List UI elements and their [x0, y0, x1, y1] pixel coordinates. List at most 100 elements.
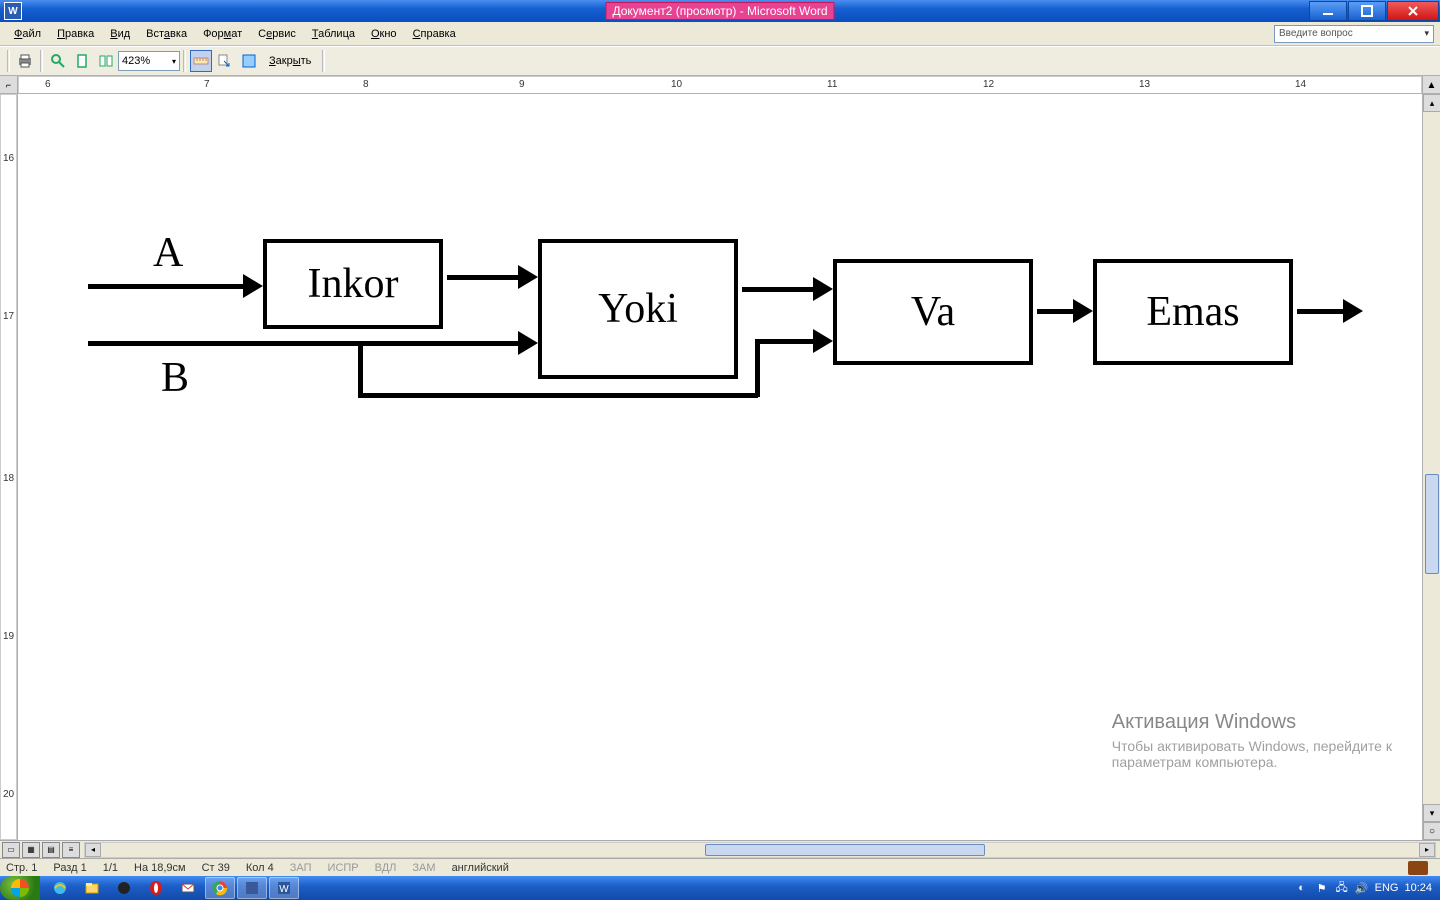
taskbar-ie-icon[interactable] — [45, 877, 75, 899]
ruler-tick: 14 — [1295, 79, 1306, 90]
taskbar-word-icon[interactable]: W — [269, 877, 299, 899]
zoom-combo[interactable]: 423% ▾ — [118, 51, 180, 71]
taskbar: W ◐ ⚑ 🖧 🔊 ENG 10:24 — [0, 876, 1440, 900]
scroll-up-button[interactable]: ▴ — [1423, 94, 1440, 112]
taskbar-explorer-icon[interactable] — [77, 877, 107, 899]
fullscreen-button[interactable] — [238, 50, 260, 72]
statusbar: Стр. 1 Разд 1 1/1 На 18,9см Ст 39 Кол 4 … — [0, 858, 1440, 876]
close-preview-button[interactable]: Закрыть — [261, 55, 319, 67]
ruler-tick: 10 — [671, 79, 682, 90]
taskbar-opera-icon[interactable] — [141, 877, 171, 899]
help-search-box[interactable]: Введите вопрос ▾ — [1274, 25, 1434, 43]
vertical-scrollbar[interactable]: ▴ ▾ ○ — [1422, 94, 1440, 840]
tray-volume-icon[interactable]: 🔊 — [1355, 881, 1369, 895]
system-tray: ◐ ⚑ 🖧 🔊 ENG 10:24 — [1287, 881, 1440, 895]
ruler-corner: ⌐ — [0, 76, 18, 94]
ruler-tick: 11 — [827, 79, 837, 90]
input-label-a: A — [153, 229, 183, 277]
view-web-button[interactable]: ▦ — [22, 842, 40, 858]
ruler-tick: 7 — [204, 79, 210, 90]
tray-action-center-icon[interactable]: ◐ — [1295, 881, 1309, 895]
ruler-vertical: 16 17 18 19 20 — [0, 94, 18, 840]
dropdown-icon: ▾ — [1424, 28, 1429, 39]
spellcheck-icon[interactable] — [1408, 861, 1428, 875]
ruler-scroll-up-icon[interactable]: ▲ — [1422, 76, 1440, 94]
scroll-thumb[interactable] — [1425, 474, 1439, 574]
status-pages: 1/1 — [103, 862, 118, 874]
svg-text:W: W — [279, 884, 289, 895]
close-button[interactable] — [1387, 1, 1439, 21]
menu-view[interactable]: Вид — [102, 26, 138, 42]
menu-format[interactable]: Формат — [195, 26, 250, 42]
ruler-tick: 18 — [3, 473, 14, 484]
status-lang: английский — [452, 862, 509, 874]
minimize-button[interactable] — [1309, 1, 1347, 21]
zoom-value: 423% — [122, 55, 150, 67]
ruler-tick: 6 — [45, 79, 51, 90]
multi-page-button[interactable] — [95, 50, 117, 72]
taskbar-chrome-icon[interactable] — [205, 877, 235, 899]
ruler-tick: 19 — [3, 631, 14, 642]
document-area[interactable]: A B Inkor Yoki Va Emas — [18, 94, 1422, 840]
one-page-button[interactable] — [71, 50, 93, 72]
menu-table[interactable]: Таблица — [304, 26, 363, 42]
tray-network-icon[interactable]: 🖧 — [1335, 881, 1349, 895]
view-outline-button[interactable]: ≡ — [62, 842, 80, 858]
watermark-line2: параметрам компьютера. — [1112, 754, 1392, 770]
menu-tools[interactable]: Сервис — [250, 26, 304, 42]
box-inkor: Inkor — [263, 239, 443, 329]
windows-activation-watermark: Активация Windows Чтобы активировать Win… — [1112, 711, 1392, 770]
ruler-horizontal: ⌐ 6 7 8 9 10 11 12 13 14 ▲ — [0, 76, 1440, 94]
tray-language[interactable]: ENG — [1375, 882, 1399, 894]
print-preview-toolbar: 423% ▾ Закрыть — [0, 46, 1440, 76]
horizontal-scrollbar[interactable]: ◂ ▸ — [84, 842, 1436, 858]
hscroll-thumb[interactable] — [705, 844, 985, 856]
tray-flag-icon[interactable]: ⚑ — [1315, 881, 1329, 895]
menu-insert[interactable]: Вставка — [138, 26, 195, 42]
status-section: Разд 1 — [53, 862, 86, 874]
menubar: Файл Правка Вид Вставка Формат Сервис Та… — [0, 22, 1440, 46]
status-position: На 18,9см — [134, 862, 186, 874]
watermark-line1: Чтобы активировать Windows, перейдите к — [1112, 738, 1392, 754]
window-buttons — [1309, 1, 1440, 21]
status-rec: ЗАП — [290, 862, 312, 874]
scroll-right-button[interactable]: ▸ — [1419, 843, 1435, 857]
view-print-button[interactable]: ▤ — [42, 842, 60, 858]
ruler-tick: 9 — [519, 79, 525, 90]
box-va: Va — [833, 259, 1033, 365]
taskbar-app2-icon[interactable] — [237, 877, 267, 899]
status-page: Стр. 1 — [6, 862, 37, 874]
status-ovr: ЗАМ — [412, 862, 435, 874]
workspace: 16 17 18 19 20 A B Inkor Yoki Va Emas — [0, 94, 1440, 840]
dropdown-icon: ▾ — [172, 57, 176, 66]
box-emas: Emas — [1093, 259, 1293, 365]
box-yoki: Yoki — [538, 239, 738, 379]
scroll-left-button[interactable]: ◂ — [85, 843, 101, 857]
watermark-title: Активация Windows — [1112, 711, 1392, 734]
maximize-button[interactable] — [1348, 1, 1386, 21]
taskbar-app1-icon[interactable] — [109, 877, 139, 899]
status-line: Ст 39 — [202, 862, 230, 874]
window-title: Документ2 (просмотр) - Microsoft Word — [605, 2, 834, 20]
help-placeholder: Введите вопрос — [1279, 28, 1353, 39]
start-button[interactable] — [0, 876, 40, 900]
ruler-tick: 8 — [363, 79, 369, 90]
print-button[interactable] — [14, 50, 36, 72]
menu-window[interactable]: Окно — [363, 26, 405, 42]
ruler-tick: 12 — [983, 79, 994, 90]
magnifier-button[interactable] — [47, 50, 69, 72]
ruler-toggle-button[interactable] — [190, 50, 212, 72]
browse-object-button[interactable]: ○ — [1423, 822, 1440, 840]
titlebar: W Документ2 (просмотр) - Microsoft Word — [0, 0, 1440, 22]
shrink-to-fit-button[interactable] — [214, 50, 236, 72]
menu-edit[interactable]: Правка — [49, 26, 102, 42]
menu-file[interactable]: Файл — [6, 26, 49, 42]
ruler-tick: 16 — [3, 153, 14, 164]
block-diagram: A B Inkor Yoki Va Emas — [73, 219, 1373, 519]
taskbar-mail-icon[interactable] — [173, 877, 203, 899]
view-normal-button[interactable]: ▭ — [2, 842, 20, 858]
scroll-down-button[interactable]: ▾ — [1423, 804, 1440, 822]
tray-clock[interactable]: 10:24 — [1404, 882, 1432, 894]
status-ext: ВДЛ — [375, 862, 397, 874]
menu-help[interactable]: Справка — [405, 26, 464, 42]
